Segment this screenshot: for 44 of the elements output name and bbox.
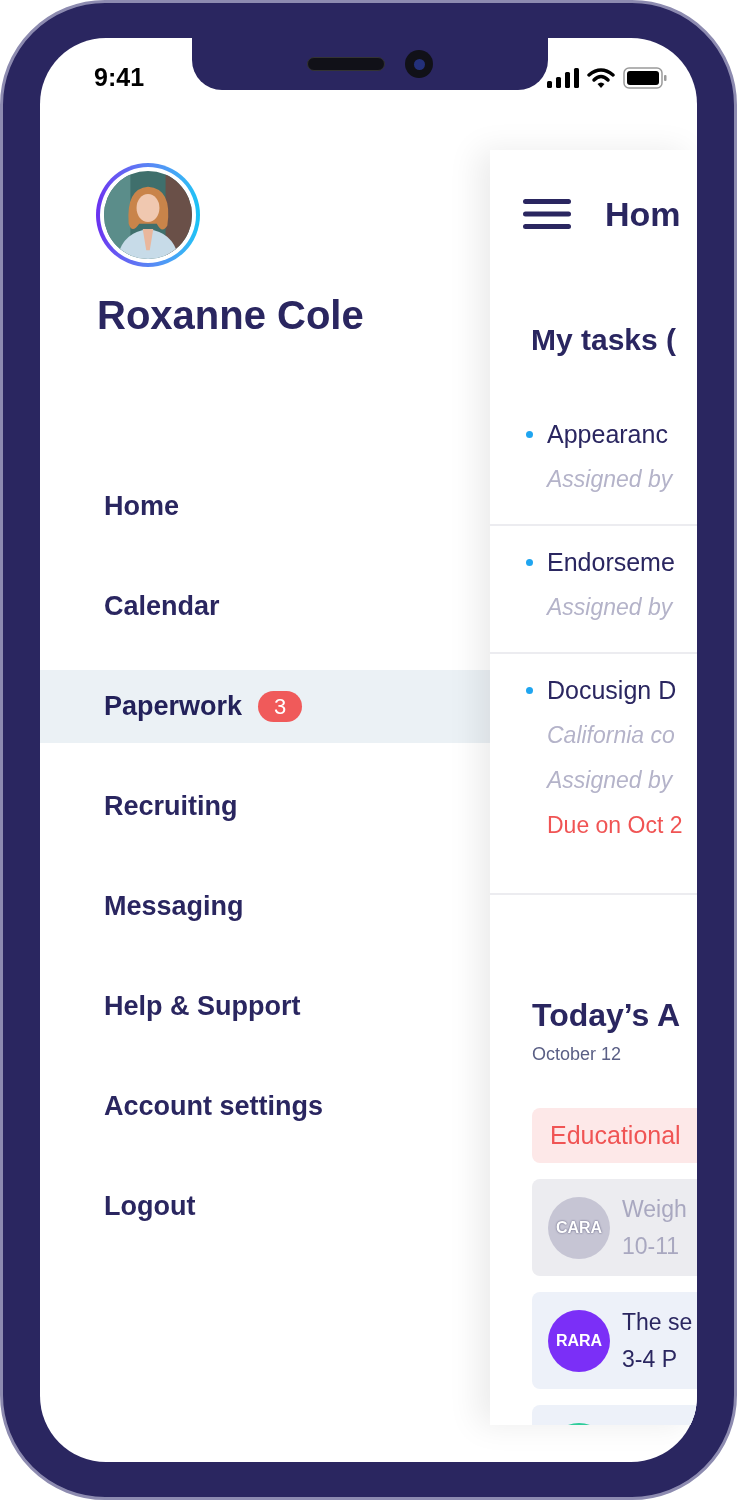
avatar-initials: CARA: [555, 1217, 603, 1238]
avatar-initials: RARA: [555, 1330, 603, 1351]
menu-item-label: Messaging: [104, 890, 244, 924]
menu-item-label: Paperwork: [104, 690, 243, 724]
count-badge: 3: [258, 691, 303, 722]
task-detail: Assigned by: [547, 466, 673, 492]
event-time: 10-11: [622, 1231, 681, 1261]
wifi-icon: [587, 68, 615, 88]
status-time: 9:41: [94, 62, 145, 94]
menu-item[interactable]: Recruiting: [40, 770, 490, 843]
task-title[interactable]: Docusign D: [547, 668, 677, 713]
menu-item[interactable]: Home: [40, 470, 490, 543]
menu-icon[interactable]: [523, 199, 571, 229]
menu-item-label: Home: [104, 490, 179, 524]
menu-item-label: Recruiting: [104, 790, 238, 824]
page-title: Hom: [605, 193, 681, 235]
task-detail: Assigned by: [547, 594, 673, 620]
menu-item-label: Calendar: [104, 590, 220, 624]
menu-item[interactable]: Logout: [40, 1170, 490, 1243]
task-title[interactable]: Appearanc: [547, 412, 668, 457]
menu-item-label: Help & Support: [104, 990, 301, 1024]
camera-lens: [405, 50, 433, 78]
menu-item[interactable]: Paperwork 3: [40, 670, 490, 743]
agenda-date: October 12: [532, 1043, 623, 1066]
menu-item[interactable]: Calendar: [40, 570, 490, 643]
menu-item[interactable]: Account settings: [40, 1070, 490, 1143]
menu-item[interactable]: Messaging: [40, 870, 490, 943]
battery-icon: [623, 67, 667, 89]
task-title[interactable]: Endorseme: [547, 540, 675, 585]
profile-name: Roxanne Cole: [97, 292, 365, 339]
section-heading: Today’s A: [532, 996, 682, 1035]
task-detail: Assigned by: [547, 767, 673, 793]
menu-item[interactable]: Help & Support: [40, 970, 490, 1043]
menu-item-label: Logout: [104, 1190, 196, 1224]
menu-item-label: Account settings: [104, 1090, 324, 1124]
due-date: Due on Oct 2: [547, 812, 683, 838]
event-title: Weigh: [622, 1194, 687, 1224]
event-time: 3-4 P: [622, 1344, 678, 1374]
signal-icon: [547, 68, 579, 88]
event-card[interactable]: RARA The se 3-4 P: [532, 1292, 697, 1389]
event-title: The se: [622, 1307, 693, 1337]
category-label: Educational: [550, 1119, 681, 1151]
section-heading: My tasks (: [531, 322, 678, 358]
task-detail: California co: [547, 722, 675, 748]
